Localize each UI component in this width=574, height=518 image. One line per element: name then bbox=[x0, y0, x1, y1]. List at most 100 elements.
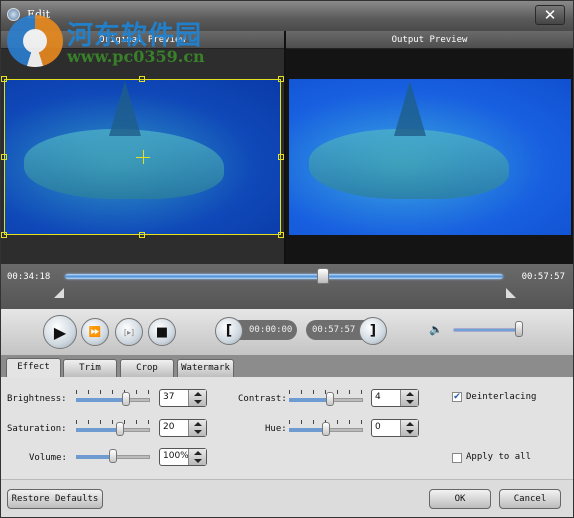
tab-effect[interactable]: Effect bbox=[6, 358, 61, 377]
volume-spinbox[interactable]: 100% bbox=[159, 448, 207, 466]
watermark-logo bbox=[7, 15, 63, 67]
spin-down-icon[interactable] bbox=[194, 430, 202, 434]
stop-icon: ■ bbox=[155, 324, 169, 340]
brightness-value: 37 bbox=[163, 392, 175, 402]
slider-thumb[interactable] bbox=[109, 449, 117, 463]
volume-value: 100% bbox=[163, 451, 189, 461]
saturation-slider[interactable] bbox=[76, 420, 150, 436]
spin-up-icon[interactable] bbox=[406, 392, 414, 396]
volume-effect-slider[interactable] bbox=[76, 447, 150, 463]
contrast-value: 4 bbox=[375, 392, 381, 402]
fast-forward-icon: ⏩ bbox=[88, 326, 102, 338]
current-time: 00:34:18 bbox=[7, 272, 51, 282]
tab-trim[interactable]: Trim bbox=[63, 359, 117, 377]
output-video-frame bbox=[289, 79, 571, 235]
spin-down-icon[interactable] bbox=[194, 459, 202, 463]
edit-dialog: Edit ✕ Original Preview Output Preview bbox=[0, 0, 574, 518]
volume-label: Volume: bbox=[29, 453, 67, 463]
tab-crop[interactable]: Crop bbox=[120, 359, 174, 377]
hue-value: 0 bbox=[375, 422, 381, 432]
play-icon: ▶ bbox=[53, 322, 67, 342]
mark-in-button[interactable]: [ bbox=[215, 317, 243, 345]
slider-thumb[interactable] bbox=[122, 392, 131, 406]
contrast-spinbox[interactable]: 4 bbox=[371, 389, 419, 407]
slider-thumb[interactable] bbox=[326, 392, 335, 406]
crosshair-icon-v bbox=[143, 150, 144, 164]
watermark-url: www.pc0359.cn bbox=[67, 47, 205, 66]
spin-up-icon[interactable] bbox=[194, 392, 202, 396]
saturation-value: 20 bbox=[163, 422, 175, 432]
original-preview bbox=[1, 49, 284, 264]
hue-slider[interactable] bbox=[289, 420, 363, 436]
cancel-button[interactable]: Cancel bbox=[499, 489, 561, 509]
shark-fin-image bbox=[394, 81, 426, 136]
output-preview-header: Output Preview bbox=[286, 31, 573, 49]
volume-slider-thumb[interactable] bbox=[515, 321, 523, 337]
slider-fill bbox=[76, 398, 127, 402]
checkmark-icon: ✔ bbox=[453, 392, 461, 402]
spin-buttons bbox=[400, 390, 418, 406]
ok-button[interactable]: OK bbox=[429, 489, 491, 509]
crop-handle-bl[interactable] bbox=[1, 232, 7, 238]
fast-forward-button[interactable]: ⏩ bbox=[81, 318, 109, 346]
slider-fill bbox=[289, 428, 326, 432]
timeline: 00:34:18 00:57:57 bbox=[1, 264, 573, 309]
apply-to-all-checkbox[interactable] bbox=[452, 453, 462, 463]
spin-buttons bbox=[188, 449, 206, 465]
mark-in-icon: [ bbox=[225, 323, 233, 339]
deinterlacing-label: Deinterlacing bbox=[466, 392, 537, 402]
hue-spinbox[interactable]: 0 bbox=[371, 419, 419, 437]
volume-slider[interactable] bbox=[453, 328, 523, 332]
restore-defaults-button[interactable]: Restore Defaults bbox=[7, 489, 103, 509]
crop-handle-tl[interactable] bbox=[1, 76, 7, 82]
contrast-slider[interactable] bbox=[289, 390, 363, 406]
spin-down-icon[interactable] bbox=[194, 400, 202, 404]
total-time: 00:57:57 bbox=[521, 272, 565, 282]
spin-down-icon[interactable] bbox=[406, 400, 414, 404]
slider-fill bbox=[76, 455, 113, 459]
mark-out-icon: ] bbox=[369, 323, 377, 339]
saturation-spinbox[interactable]: 20 bbox=[159, 419, 207, 437]
deinterlacing-checkbox[interactable]: ✔ bbox=[452, 392, 462, 402]
slider-thumb[interactable] bbox=[322, 422, 330, 436]
play-button[interactable]: ▶ bbox=[43, 315, 77, 349]
spin-buttons bbox=[188, 420, 206, 436]
spin-buttons bbox=[188, 390, 206, 406]
shark-image bbox=[309, 129, 509, 199]
seek-thumb[interactable] bbox=[317, 268, 330, 284]
close-button[interactable]: ✕ bbox=[535, 5, 565, 25]
slider-ticks bbox=[76, 390, 150, 394]
contrast-label: Contrast: bbox=[238, 394, 287, 404]
crop-handle-t[interactable] bbox=[139, 76, 145, 82]
trim-start-marker[interactable] bbox=[54, 288, 64, 298]
slider-thumb[interactable] bbox=[116, 422, 125, 436]
apply-to-all-label: Apply to all bbox=[466, 452, 532, 462]
stop-button[interactable]: ■ bbox=[148, 318, 176, 346]
frame-step-icon: [▸] bbox=[123, 327, 135, 337]
tab-watermark[interactable]: Watermark bbox=[177, 359, 234, 377]
tab-bar: Effect Trim Crop Watermark bbox=[1, 355, 573, 377]
hue-label: Hue: bbox=[265, 424, 287, 434]
seek-bar[interactable] bbox=[65, 274, 503, 279]
dialog-footer: Restore Defaults OK Cancel bbox=[1, 479, 573, 517]
trim-end-marker[interactable] bbox=[506, 288, 516, 298]
brightness-spinbox[interactable]: 37 bbox=[159, 389, 207, 407]
output-preview bbox=[286, 49, 573, 264]
slider-fill bbox=[76, 428, 121, 432]
crop-handle-l[interactable] bbox=[1, 154, 7, 160]
spin-up-icon[interactable] bbox=[406, 422, 414, 426]
volume-icon: 🔈 bbox=[429, 323, 443, 336]
brightness-slider[interactable] bbox=[76, 390, 150, 406]
spin-down-icon[interactable] bbox=[406, 430, 414, 434]
spin-up-icon[interactable] bbox=[194, 451, 202, 455]
mark-out-button[interactable]: ] bbox=[359, 317, 387, 345]
crop-handle-b[interactable] bbox=[139, 232, 145, 238]
effect-panel: Brightness: 37 Saturation: 20 Volume: 10… bbox=[1, 377, 573, 479]
crop-frame[interactable] bbox=[1, 76, 284, 238]
slider-fill bbox=[289, 398, 331, 402]
brightness-label: Brightness: bbox=[7, 394, 67, 404]
spin-buttons bbox=[400, 420, 418, 436]
playback-controls: ▶ ⏩ [▸] ■ 00:00:00 [ 00:57:57 ] 🔈 bbox=[1, 309, 573, 355]
frame-step-button[interactable]: [▸] bbox=[115, 318, 143, 346]
spin-up-icon[interactable] bbox=[194, 422, 202, 426]
